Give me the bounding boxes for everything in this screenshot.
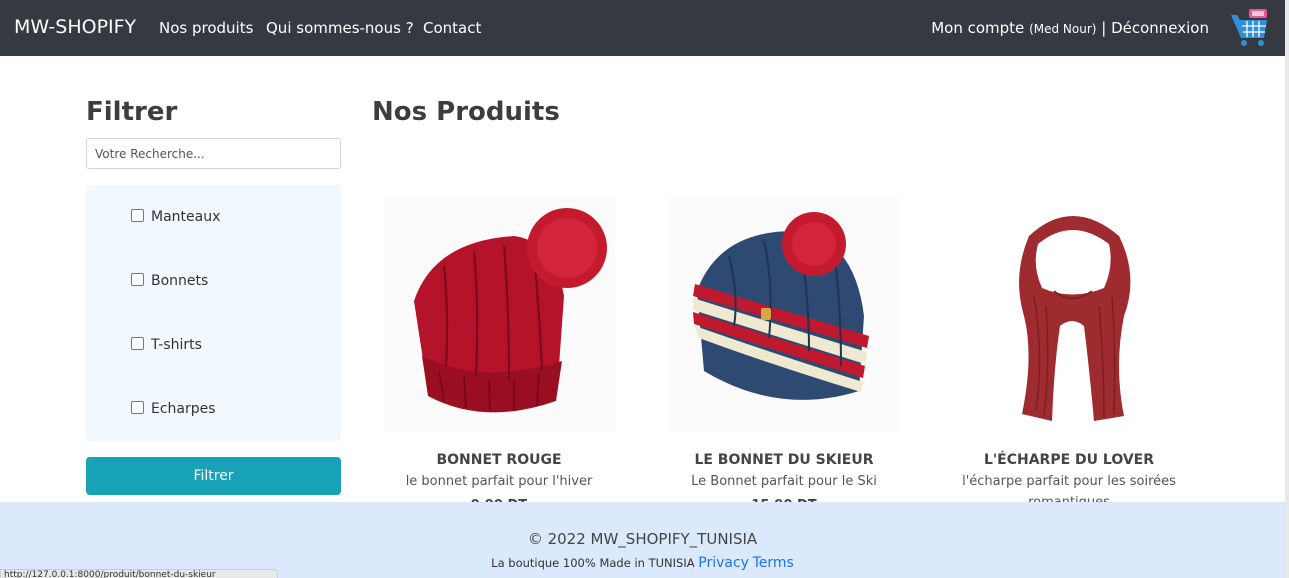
- account-link[interactable]: Mon compte: [931, 19, 1024, 37]
- checkbox[interactable]: [131, 401, 144, 414]
- category-label: T-shirts: [151, 337, 202, 353]
- category-label: Bonnets: [151, 273, 209, 289]
- product-card[interactable]: L'ÉCHARPE DU LOVER l'écharpe parfait pou…: [944, 196, 1194, 513]
- footer-copyright: © 2022 MW_SHOPIFY_TUNISIA: [527, 530, 758, 548]
- account-username: (Med Nour): [1029, 22, 1097, 36]
- category-label: Echarpes: [151, 401, 216, 417]
- product-name[interactable]: L'ÉCHARPE DU LOVER: [944, 452, 1194, 468]
- category-list: Manteaux Bonnets T-shirts Echarpes: [86, 185, 341, 441]
- page: MW-SHOPIFY Nos produits Qui sommes-nous …: [0, 0, 1289, 578]
- nav-link-qui-sommes-nous[interactable]: Qui sommes-nous ?: [266, 19, 414, 37]
- product-card[interactable]: BONNET ROUGE le bonnet parfait pour l'hi…: [374, 196, 624, 513]
- category-tshirts[interactable]: T-shirts: [131, 337, 202, 353]
- product-description: Le Bonnet parfait pour le Ski: [691, 474, 877, 489]
- privacy-link[interactable]: Privacy: [698, 555, 749, 571]
- checkbox[interactable]: [131, 273, 144, 286]
- category-manteaux[interactable]: Manteaux: [131, 209, 220, 225]
- category-label: Manteaux: [151, 209, 221, 225]
- product-description: le bonnet parfait pour l'hiver: [405, 474, 593, 489]
- nav-link-contact[interactable]: Contact: [423, 19, 481, 37]
- search-input[interactable]: [86, 138, 341, 169]
- terms-link[interactable]: Terms: [753, 555, 794, 571]
- checkbox[interactable]: [131, 337, 144, 350]
- page-title: Nos Produits: [372, 97, 560, 127]
- scarf-image[interactable]: [954, 196, 1184, 432]
- category-echarpes[interactable]: Echarpes: [131, 401, 216, 417]
- checkbox[interactable]: [131, 209, 144, 222]
- page-scrollbar[interactable]: [1285, 0, 1289, 578]
- navbar: MW-SHOPIFY Nos produits Qui sommes-nous …: [0, 0, 1285, 56]
- product-name[interactable]: BONNET ROUGE: [374, 452, 624, 468]
- account-area: Mon compte (Med Nour) | Déconnexion: [931, 19, 1209, 37]
- red-beanie-image[interactable]: [384, 196, 614, 432]
- nav-separator: |: [1101, 19, 1107, 37]
- product-card[interactable]: LE BONNET DU SKIEUR Le Bonnet parfait po…: [659, 196, 909, 513]
- sidebar-title: Filtrer: [86, 97, 178, 127]
- status-bar-url: http://127.0.0.1:8000/produit/bonnet-du-…: [0, 569, 278, 578]
- category-bonnets[interactable]: Bonnets: [131, 273, 208, 289]
- logout-link[interactable]: Déconnexion: [1111, 19, 1209, 37]
- shopping-cart-icon[interactable]: [1229, 8, 1271, 48]
- nav-link-produits[interactable]: Nos produits: [159, 19, 253, 37]
- footer-tagline: La boutique 100% Made in TUNISIA: [491, 556, 695, 570]
- ski-beanie-image[interactable]: [669, 196, 899, 432]
- filter-button[interactable]: Filtrer: [86, 457, 341, 495]
- footer: © 2022 MW_SHOPIFY_TUNISIA La boutique 10…: [0, 502, 1285, 578]
- product-name[interactable]: LE BONNET DU SKIEUR: [659, 452, 909, 468]
- brand-logo[interactable]: MW-SHOPIFY: [14, 16, 136, 38]
